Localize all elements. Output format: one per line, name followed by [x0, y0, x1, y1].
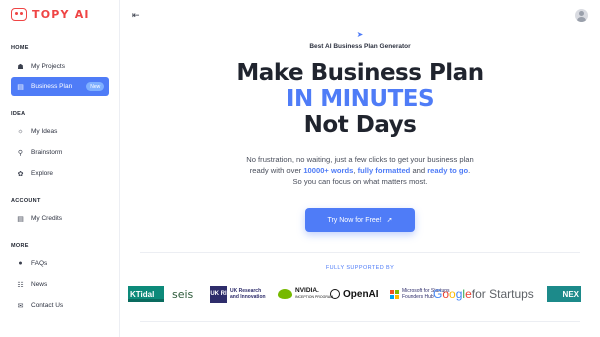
google-for-startups-logo: Google for Startups	[433, 282, 534, 306]
sidebar-item-label: Brainstorm	[31, 149, 63, 156]
hero-title-line-3: Not Days	[303, 112, 417, 138]
sidebar-item-label: Explore	[31, 170, 54, 177]
hero-title-line-2: IN MINUTES	[285, 86, 435, 112]
divider	[140, 252, 580, 253]
desc-text: and	[410, 166, 428, 175]
sidebar-item-brainstorm[interactable]: ⚲ Brainstorm	[11, 143, 109, 162]
collapse-sidebar-icon[interactable]: ⇤	[132, 10, 140, 21]
microsoft-icon	[390, 289, 399, 299]
sidebar-item-label: FAQs	[31, 260, 48, 267]
nvidia-logo: NVIDIA. INCEPTION PROGRAM	[278, 282, 333, 306]
rocket-icon: ➤	[356, 30, 364, 39]
google-letter: g	[455, 287, 463, 301]
explore-icon: ✿	[17, 170, 24, 178]
partner-logos: KTidal seis UK RI UK Research and Innova…	[128, 282, 600, 306]
avatar[interactable]	[575, 9, 588, 22]
nex-logo: NEX	[547, 282, 581, 306]
sidebar-item-explore[interactable]: ✿ Explore	[11, 164, 109, 183]
ukri-logo: UK RI UK Research and Innovation	[210, 282, 266, 306]
sidebar-item-label: My Ideas	[31, 128, 58, 135]
sidebar: TOPY AI HOME ☗ My Projects ▤ Business Pl…	[0, 0, 120, 337]
ukri-text: UK Research and Innovation	[230, 288, 266, 300]
hero-description: No frustration, no waiting, just a few c…	[120, 154, 600, 187]
desc-line-1: No frustration, no waiting, just a few c…	[246, 155, 474, 164]
app-logo[interactable]: TOPY AI	[11, 8, 90, 21]
desc-text: ready with over	[249, 166, 304, 175]
sidebar-item-label: Contact Us	[31, 302, 64, 309]
new-badge: New	[86, 82, 105, 91]
section-home: HOME	[11, 45, 29, 51]
nvidia-subtext: INCEPTION PROGRAM	[295, 295, 334, 299]
cursor-icon: ➚	[386, 217, 393, 224]
google-letter: o	[449, 287, 456, 301]
sidebar-item-contact-us[interactable]: ✉ Contact Us	[11, 296, 109, 315]
section-account: ACCOUNT	[11, 198, 41, 204]
contact-icon: ✉	[17, 302, 24, 310]
seis-logo-text: seis	[172, 287, 194, 301]
sidebar-item-business-plan[interactable]: ▤ Business Plan New	[11, 77, 109, 96]
google-letter: o	[442, 287, 450, 301]
hero-eyebrow: Best AI Business Plan Generator	[309, 43, 411, 50]
divider	[140, 321, 580, 322]
desc-line-2: ready with over 10000+ words, fully form…	[120, 165, 600, 176]
logo-text: TOPY AI	[32, 8, 90, 21]
news-icon: ☷	[17, 281, 24, 289]
hero-title-line-1: Make Business Plan	[236, 60, 484, 86]
nex-logo-text: NEX	[547, 286, 581, 302]
cta-label: Try Now for Free!	[327, 216, 382, 224]
seis-logo: seis	[172, 282, 193, 306]
section-idea: IDEA	[11, 111, 26, 117]
desc-text: .	[468, 166, 471, 175]
openai-logo: OpenAI	[330, 282, 379, 306]
nvidia-wordmark: NVIDIA.	[295, 287, 319, 294]
openai-icon	[330, 289, 340, 299]
supported-by-title: FULLY SUPPORTED BY	[325, 265, 395, 271]
sidebar-item-my-ideas[interactable]: ☼ My Ideas	[11, 122, 109, 141]
ukri-mark: UK RI	[210, 285, 227, 303]
nvidia-eye-icon	[278, 289, 292, 299]
nvidia-text: NVIDIA. INCEPTION PROGRAM	[295, 287, 333, 301]
folder-icon: ☗	[17, 63, 24, 71]
robot-icon	[11, 8, 27, 21]
google-letter: G	[433, 287, 443, 301]
try-now-button[interactable]: Try Now for Free! ➚	[305, 208, 415, 232]
sidebar-item-label: Business Plan	[31, 83, 73, 90]
sidebar-item-my-credits[interactable]: ▤ My Credits	[11, 209, 109, 228]
sidebar-item-label: My Credits	[31, 215, 63, 222]
openai-wordmark: OpenAI	[343, 288, 379, 300]
sidebar-item-news[interactable]: ☷ News	[11, 275, 109, 294]
sidebar-item-faqs[interactable]: ● FAQs	[11, 254, 109, 273]
sidebar-item-my-projects[interactable]: ☗ My Projects	[11, 57, 109, 76]
desc-line-3: So you can focus on what matters most.	[292, 177, 428, 186]
faq-icon: ●	[18, 260, 23, 267]
desc-highlight-ready: ready to go	[427, 166, 469, 175]
tidal-logo-text: KTidal	[128, 286, 164, 302]
desc-highlight-formatted: fully formatted	[357, 166, 411, 175]
desc-highlight-words: 10000+ words	[303, 166, 354, 175]
ukri-line-2: and Innovation	[230, 294, 266, 300]
sidebar-item-label: My Projects	[31, 63, 65, 70]
lightbulb-icon: ☼	[17, 128, 24, 135]
credits-icon: ▤	[17, 215, 24, 223]
document-icon: ▤	[17, 83, 24, 91]
section-more: MORE	[11, 243, 29, 249]
google-letter: e	[465, 287, 472, 301]
search-icon: ⚲	[17, 149, 24, 157]
sidebar-item-label: News	[31, 281, 48, 288]
tidal-logo: KTidal	[128, 282, 166, 306]
google-startups-text: for Startups	[471, 287, 534, 301]
